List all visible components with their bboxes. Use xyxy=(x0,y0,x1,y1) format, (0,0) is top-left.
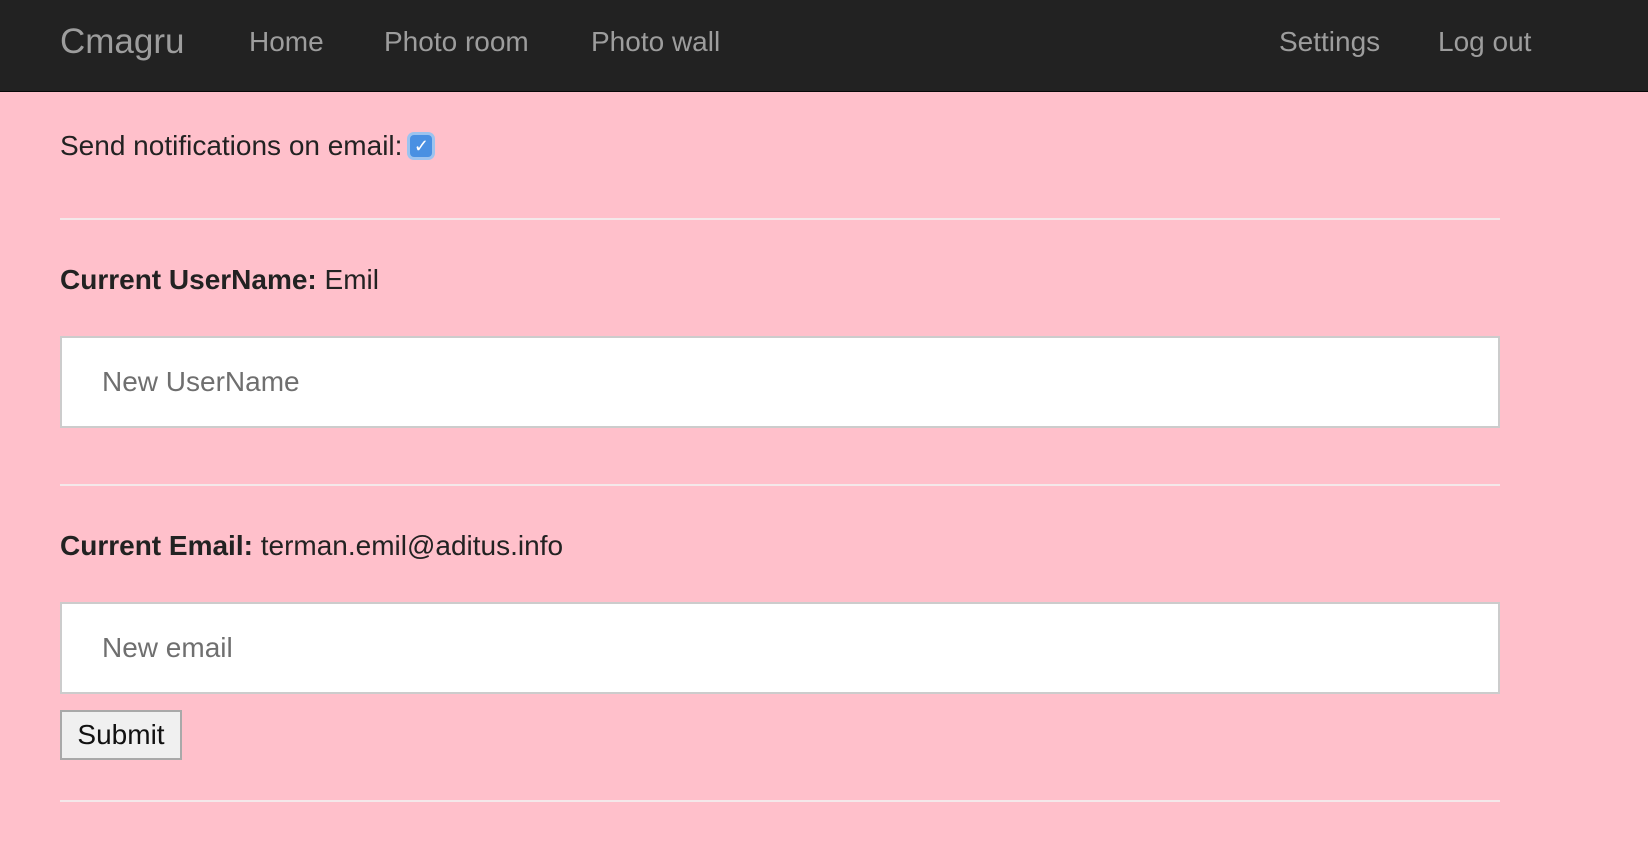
new-username-input[interactable] xyxy=(60,336,1500,428)
section-divider xyxy=(60,800,1500,802)
nav-link-log-out[interactable]: Log out xyxy=(1438,0,1531,86)
check-icon: ✓ xyxy=(413,135,429,156)
current-username-label: Current UserName: xyxy=(60,264,317,295)
nav-link-home[interactable]: Home xyxy=(249,0,324,86)
nav-link-photo-room[interactable]: Photo room xyxy=(384,0,529,86)
current-username-value: Emil xyxy=(324,264,379,295)
submit-button[interactable]: Submit xyxy=(60,710,182,760)
notification-label: Send notifications on email: xyxy=(60,130,403,161)
nav-link-photo-wall[interactable]: Photo wall xyxy=(591,0,720,86)
new-email-input[interactable] xyxy=(60,602,1500,694)
current-email: Current Email: terman.emil@aditus.info xyxy=(60,526,563,566)
current-email-value: terman.emil@aditus.info xyxy=(260,530,564,561)
email-notification-checkbox[interactable]: ✓ xyxy=(410,134,433,157)
section-divider xyxy=(60,218,1500,220)
top-navbar: Cmagru Home Photo room Photo wall Settin… xyxy=(0,0,1648,92)
nav-link-settings[interactable]: Settings xyxy=(1279,0,1380,86)
brand-link[interactable]: Cmagru xyxy=(60,0,184,86)
section-divider xyxy=(60,484,1500,486)
current-username: Current UserName: Emil xyxy=(60,260,379,300)
notification-setting: Send notifications on email: ✓ xyxy=(60,126,433,166)
current-email-label: Current Email: xyxy=(60,530,253,561)
